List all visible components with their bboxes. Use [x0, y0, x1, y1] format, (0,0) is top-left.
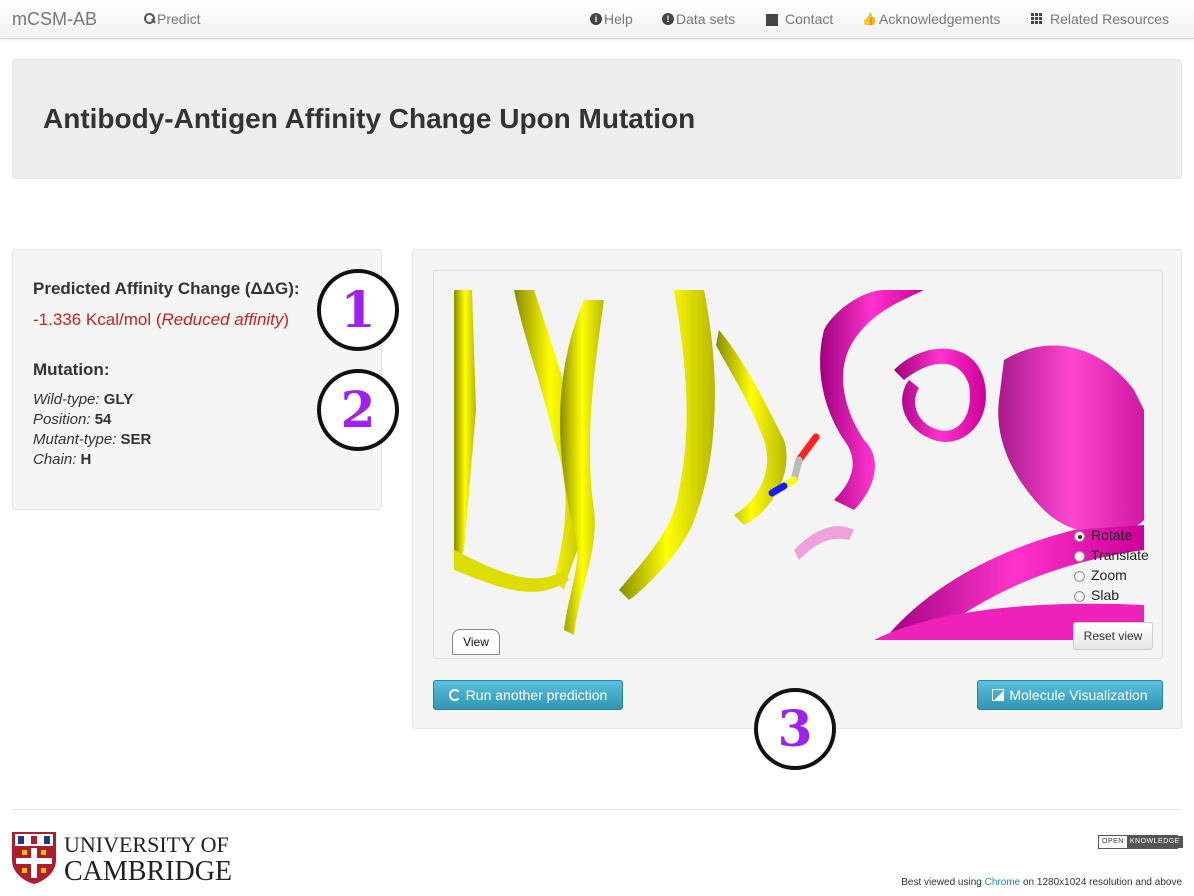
- mode-slab[interactable]: Slab: [1074, 587, 1119, 603]
- molecule-viewer[interactable]: Rotate Translate Zoom Slab View Reset vi…: [433, 270, 1163, 659]
- yellow-strand-d: [716, 330, 787, 525]
- annotation-badge-1: 1: [317, 269, 399, 351]
- nav-predict[interactable]: Predict: [143, 11, 201, 27]
- run-another-label: Run another prediction: [465, 687, 608, 703]
- affinity-heading: Predicted Affinity Change (ΔΔG):: [33, 279, 300, 298]
- yellow-loop: [454, 550, 569, 592]
- annotation-badge-3: 3: [754, 688, 836, 770]
- mutant-row: Mutant-type: SER: [33, 431, 151, 448]
- molecule-visualization-button[interactable]: Molecule Visualization: [977, 680, 1163, 710]
- mutation-heading: Mutation:: [33, 360, 110, 379]
- exclamation-icon: !: [662, 13, 674, 25]
- nav-help-label: Help: [604, 11, 633, 27]
- oxygen-bond: [795, 433, 820, 464]
- okf-knowledge: KNOWLEDGE: [1126, 836, 1183, 848]
- magenta-ribbon-faint: [794, 526, 854, 560]
- yellow-strand-b: [560, 300, 604, 635]
- view-tab[interactable]: View: [452, 629, 500, 655]
- wildtype-row: Wild-type: GLY: [33, 391, 133, 408]
- molecule-viz-label: Molecule Visualization: [1009, 687, 1148, 703]
- thumbs-up-icon: 👍: [862, 12, 877, 26]
- zoom-radio[interactable]: [1074, 571, 1085, 582]
- position-label: Position:: [33, 411, 91, 428]
- chain-value: H: [80, 451, 92, 468]
- reset-view-button[interactable]: Reset view: [1073, 622, 1153, 650]
- footer-divider: [12, 809, 1182, 810]
- refresh-icon: [448, 689, 461, 701]
- slab-label: Slab: [1091, 587, 1120, 603]
- position-row: Position: 54: [33, 411, 111, 428]
- nav-contact[interactable]: Contact: [766, 11, 833, 27]
- chain-row: Chain: H: [33, 451, 91, 468]
- wildtype-label: Wild-type:: [33, 391, 100, 408]
- browser-note: Best viewed using Chrome on 1280x1024 re…: [901, 877, 1182, 888]
- position-value: 54: [94, 411, 112, 428]
- nav-datasets-label: Data sets: [676, 11, 736, 27]
- nav-help[interactable]: i Help: [590, 11, 633, 27]
- zoom-label: Zoom: [1091, 567, 1127, 583]
- mode-rotate[interactable]: Rotate: [1074, 527, 1132, 543]
- page-title: Antibody-Antigen Affinity Change Upon Mu…: [43, 103, 696, 134]
- picture-icon: [992, 689, 1005, 701]
- affinity-number: -1.336 Kcal/mol (: [33, 310, 162, 329]
- mode-translate[interactable]: Translate: [1074, 547, 1149, 563]
- slab-radio[interactable]: [1074, 591, 1085, 602]
- rotate-label: Rotate: [1091, 527, 1133, 543]
- nav-datasets[interactable]: ! Data sets: [662, 11, 735, 27]
- okf-open: OPEN: [1102, 838, 1124, 845]
- nav-acknowledgements-label: Acknowledgements: [879, 11, 1001, 27]
- envelope-icon: [766, 14, 778, 26]
- university-line2: CAMBRIDGE: [64, 856, 232, 884]
- yellow-strand-left: [454, 290, 476, 570]
- affinity-close: ): [283, 310, 290, 329]
- search-icon: [143, 13, 155, 25]
- visualization-panel: Rotate Translate Zoom Slab View Reset vi…: [412, 249, 1182, 729]
- affinity-value: -1.336 Kcal/mol (Reduced affinity): [33, 310, 289, 330]
- affinity-effect: Reduced affinity: [161, 310, 284, 329]
- mutant-value: SER: [120, 431, 152, 448]
- annotation-badge-2: 2: [317, 369, 399, 451]
- rotate-radio[interactable]: [1074, 531, 1085, 542]
- yellow-strand-c: [619, 290, 715, 600]
- nav-related-label: Related Resources: [1050, 11, 1170, 27]
- translate-label: Translate: [1091, 547, 1149, 563]
- brand-link[interactable]: mCSM-AB: [12, 9, 97, 30]
- mutant-label: Mutant-type:: [33, 431, 117, 448]
- nav-acknowledgements[interactable]: 👍 Acknowledgements: [862, 11, 1000, 27]
- chrome-link[interactable]: Chrome: [985, 877, 1021, 888]
- mode-zoom[interactable]: Zoom: [1074, 567, 1127, 583]
- page-header: Antibody-Antigen Affinity Change Upon Mu…: [12, 59, 1182, 179]
- grid-icon: [1031, 13, 1043, 25]
- top-navbar: mCSM-AB Predict i Help ! Data sets Conta…: [0, 0, 1194, 39]
- magenta-ribbon-loop: [894, 348, 986, 442]
- run-another-prediction-button[interactable]: Run another prediction: [433, 680, 623, 710]
- nav-contact-label: Contact: [785, 11, 834, 27]
- info-icon: i: [590, 13, 602, 25]
- wildtype-value: GLY: [103, 391, 134, 408]
- chain-label: Chain:: [33, 451, 77, 468]
- molecule-canvas[interactable]: [454, 290, 1144, 640]
- magenta-ribbon-b: [998, 345, 1144, 534]
- university-line1: UNIVERSITY OF: [64, 832, 229, 857]
- best-pre: Best viewed using: [901, 877, 985, 888]
- open-knowledge-badge[interactable]: OPEN KNOWLEDGE: [1098, 835, 1183, 849]
- translate-radio[interactable]: [1074, 551, 1085, 562]
- nav-predict-label: Predict: [157, 11, 201, 27]
- nav-related-resources[interactable]: Related Resources: [1031, 11, 1169, 27]
- university-logo[interactable]: UNIVERSITY OF CAMBRIDGE: [12, 830, 262, 884]
- best-post: on 1280x1024 resolution and above: [1020, 877, 1182, 888]
